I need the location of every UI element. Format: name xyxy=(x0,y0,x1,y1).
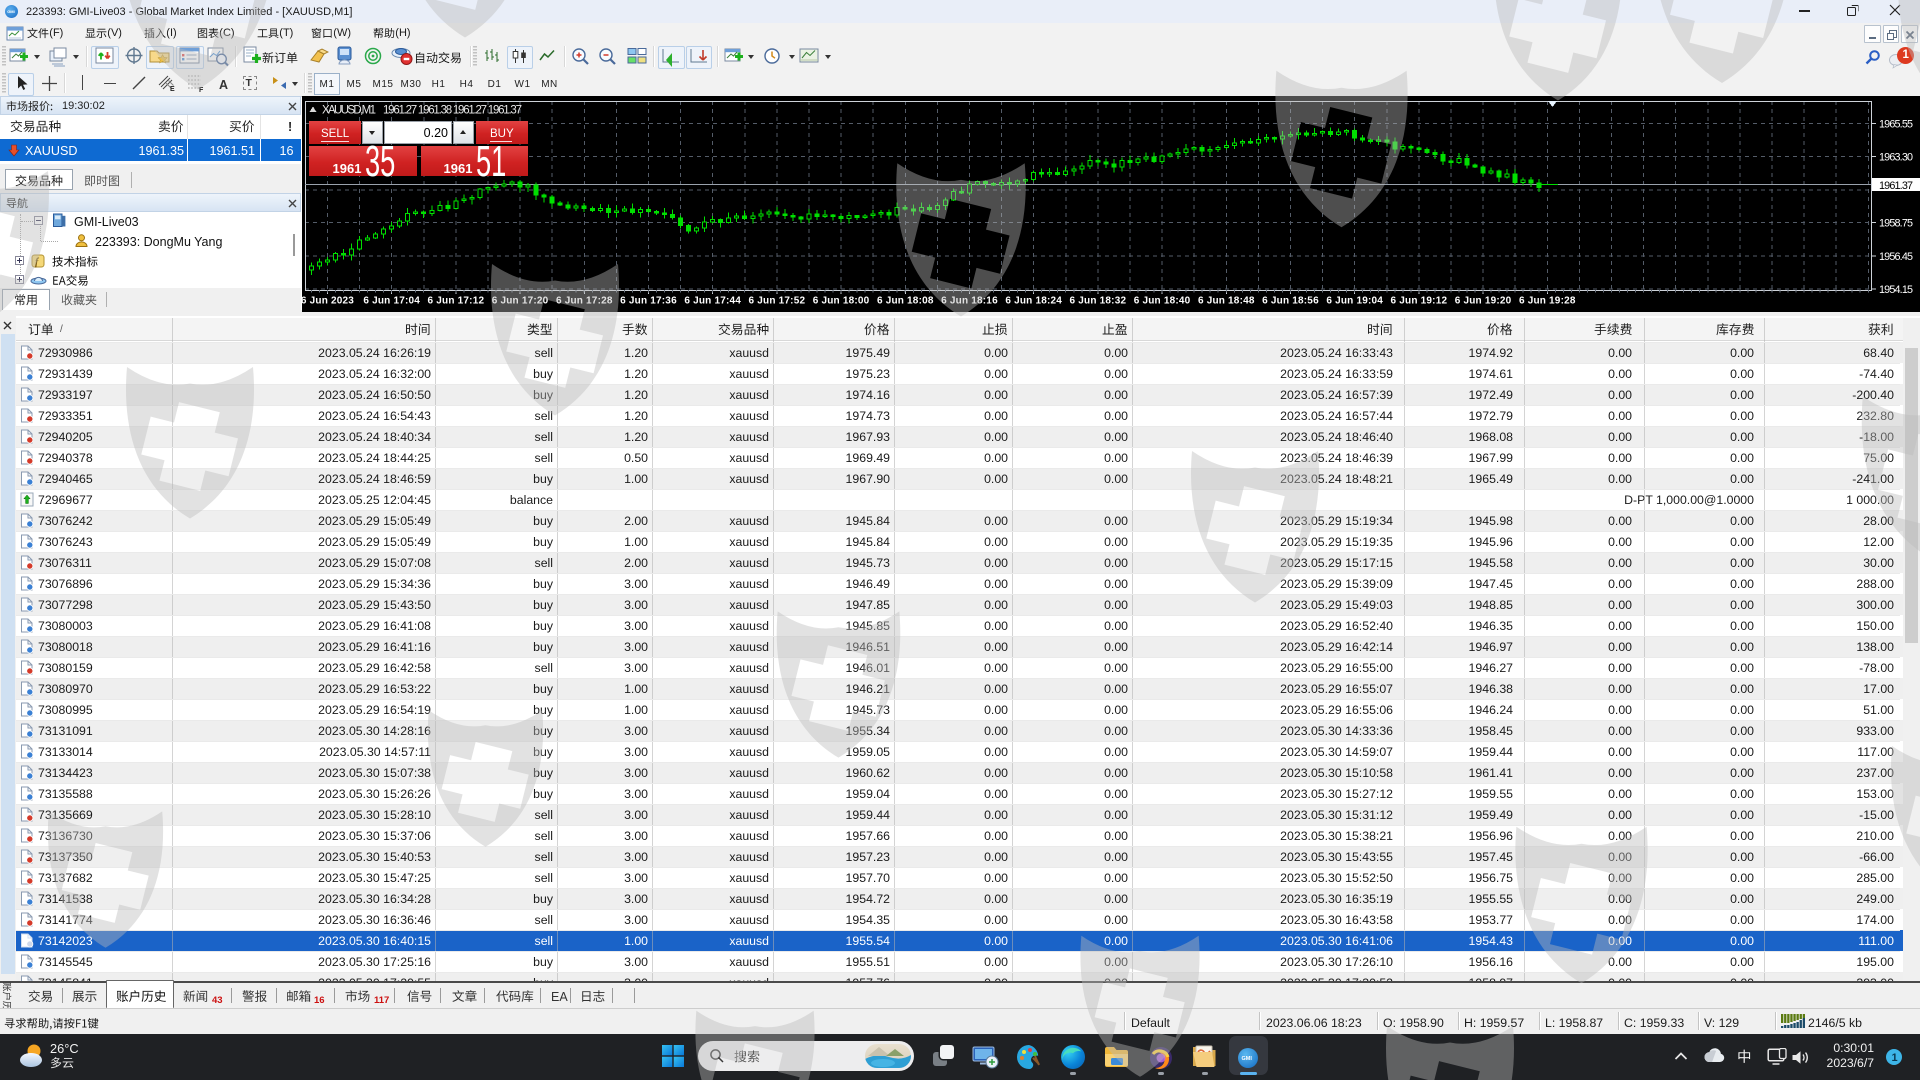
svg-text:6 Jun 18:24: 6 Jun 18:24 xyxy=(1005,296,1062,307)
svg-text:6 Jun 2023: 6 Jun 2023 xyxy=(302,296,354,307)
svg-text:6 Jun 18:16: 6 Jun 18:16 xyxy=(941,296,998,307)
svg-text:6 Jun 18:48: 6 Jun 18:48 xyxy=(1198,296,1255,307)
svg-text:1961.37: 1961.37 xyxy=(1879,180,1913,192)
svg-text:6 Jun 17:12: 6 Jun 17:12 xyxy=(428,296,485,307)
svg-text:6 Jun 17:44: 6 Jun 17:44 xyxy=(684,296,741,307)
svg-text:XAUUSD,M1: XAUUSD,M1 xyxy=(322,105,376,117)
svg-text:6 Jun 17:28: 6 Jun 17:28 xyxy=(556,296,613,307)
svg-text:6 Jun 18:40: 6 Jun 18:40 xyxy=(1134,296,1191,307)
svg-text:6 Jun 19:20: 6 Jun 19:20 xyxy=(1455,296,1512,307)
svg-text:6 Jun 19:04: 6 Jun 19:04 xyxy=(1326,296,1383,307)
svg-text:1958.75: 1958.75 xyxy=(1879,217,1913,229)
svg-text:6 Jun 17:52: 6 Jun 17:52 xyxy=(749,296,806,307)
svg-text:6 Jun 18:32: 6 Jun 18:32 xyxy=(1070,296,1127,307)
svg-text:6 Jun 19:28: 6 Jun 19:28 xyxy=(1519,296,1576,307)
svg-text:1961.27 1961.38 1961.27 1961.3: 1961.27 1961.38 1961.27 1961.37 xyxy=(383,105,522,117)
svg-text:6 Jun 18:00: 6 Jun 18:00 xyxy=(813,296,870,307)
svg-text:1954.15: 1954.15 xyxy=(1879,284,1913,296)
svg-text:6 Jun 17:36: 6 Jun 17:36 xyxy=(620,296,677,307)
svg-text:6 Jun 17:04: 6 Jun 17:04 xyxy=(363,296,420,307)
svg-text:6 Jun 18:56: 6 Jun 18:56 xyxy=(1262,296,1319,307)
svg-text:6 Jun 17:20: 6 Jun 17:20 xyxy=(492,296,549,307)
svg-text:F: F xyxy=(199,87,204,92)
svg-text:6 Jun 18:08: 6 Jun 18:08 xyxy=(877,296,934,307)
svg-text:1965.55: 1965.55 xyxy=(1879,119,1913,131)
svg-text:6 Jun 19:12: 6 Jun 19:12 xyxy=(1391,296,1448,307)
svg-text:1956.45: 1956.45 xyxy=(1879,251,1913,263)
svg-text:1963.30: 1963.30 xyxy=(1879,151,1913,163)
svg-text:E: E xyxy=(170,86,175,92)
